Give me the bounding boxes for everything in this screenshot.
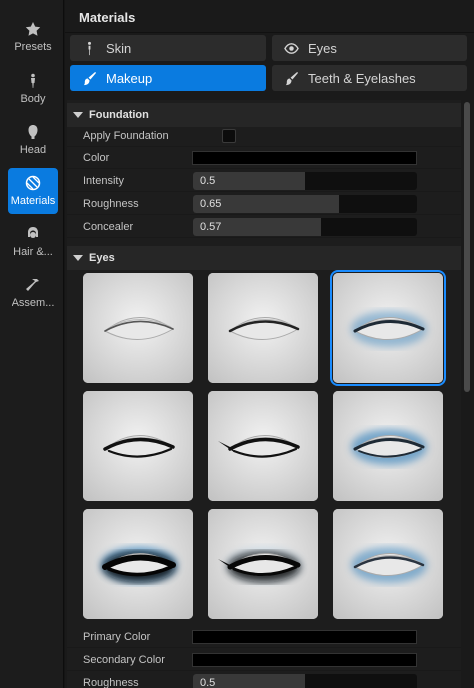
slider-value: 0.57: [200, 220, 222, 233]
sidebar-item-label: Hair &...: [13, 246, 53, 258]
tab-label: Makeup: [106, 70, 153, 86]
eye-illustration: [333, 391, 443, 501]
tab-teeth-eyelashes[interactable]: Teeth & Eyelashes: [272, 65, 467, 91]
materials-icon: [25, 175, 41, 191]
eye-preset-thumbnail[interactable]: [208, 509, 318, 619]
eye-preset-thumbnail[interactable]: [333, 391, 443, 501]
person-icon: [31, 73, 35, 88]
slider-value: 0.5: [200, 676, 216, 688]
color-label: Color: [83, 151, 110, 164]
intensity-slider[interactable]: 0.5: [193, 171, 417, 190]
eye-illustration: [83, 273, 193, 383]
apply-foundation-checkbox[interactable]: [222, 128, 236, 143]
page-title: Materials: [79, 10, 136, 25]
eye-illustration: [208, 391, 318, 501]
roughness-label: Roughness: [83, 197, 139, 210]
scrollbar[interactable]: [463, 100, 471, 688]
roughness-slider[interactable]: 0.65: [193, 194, 417, 213]
eye-preset-thumbnail[interactable]: [83, 391, 193, 501]
eye-illustration: [208, 273, 318, 383]
eye-preset-thumbnail[interactable]: [330, 270, 446, 386]
sidebar-item-materials[interactable]: Materials: [8, 168, 58, 214]
apply-foundation-label: Apply Foundation: [83, 129, 169, 142]
intensity-row: Intensity 0.5: [67, 170, 461, 192]
eye-preset-thumbnail[interactable]: [83, 273, 193, 383]
primary-color-row: Primary Color: [67, 626, 461, 648]
divider: [65, 32, 474, 33]
apply-foundation-row: Apply Foundation: [67, 125, 461, 147]
section-title: Eyes: [89, 252, 115, 264]
sidebar-item-head[interactable]: Head: [8, 117, 58, 163]
sidebar-item-presets[interactable]: Presets: [8, 14, 58, 60]
sidebar-item-body[interactable]: Body: [8, 66, 58, 112]
eye-illustration: [208, 509, 318, 619]
sidebar: Presets Body Head Materials Hair &... As…: [0, 0, 64, 688]
brush-icon: [83, 71, 97, 85]
concealer-label: Concealer: [83, 220, 134, 233]
details-panel: Foundation Apply Foundation Color Intens…: [67, 100, 461, 688]
sidebar-item-label: Presets: [14, 41, 52, 53]
sidebar-item-assembly[interactable]: Assem...: [8, 270, 58, 316]
sidebar-item-label: Materials: [10, 195, 56, 207]
section-header-foundation[interactable]: Foundation: [67, 103, 461, 127]
secondary-color-picker[interactable]: [192, 652, 417, 667]
tab-makeup[interactable]: Makeup: [70, 65, 266, 91]
eye-illustration: [83, 391, 193, 501]
figure-icon: [88, 41, 91, 55]
scrollbar-thumb[interactable]: [464, 102, 470, 392]
slider-value: 0.65: [200, 197, 222, 210]
sidebar-item-label: Body: [20, 93, 46, 105]
eye-icon: [284, 42, 299, 54]
tab-eyes[interactable]: Eyes: [272, 35, 467, 61]
section-title: Foundation: [89, 109, 149, 121]
hammer-icon: [26, 279, 39, 291]
section-header-eyes[interactable]: Eyes: [67, 246, 461, 270]
brush-icon: [285, 71, 299, 85]
collapse-arrow-icon[interactable]: [73, 112, 83, 118]
eye-preset-thumbnail[interactable]: [208, 391, 318, 501]
slider-value: 0.5: [200, 174, 216, 187]
concealer-slider[interactable]: 0.57: [193, 217, 417, 236]
tab-label: Skin: [106, 40, 132, 56]
roughness-row: Roughness 0.65: [67, 193, 461, 215]
eye-roughness-label: Roughness: [83, 676, 139, 688]
collapse-arrow-icon[interactable]: [73, 255, 83, 261]
tab-label: Teeth & Eyelashes: [308, 70, 416, 86]
head-icon: [28, 125, 38, 139]
eye-illustration: [333, 509, 443, 619]
color-picker[interactable]: [192, 150, 417, 165]
eye-preset-thumbnail[interactable]: [208, 273, 318, 383]
secondary-color-label: Secondary Color: [83, 653, 165, 666]
tab-skin[interactable]: Skin: [70, 35, 266, 61]
color-row: Color: [67, 147, 461, 169]
primary-color-picker[interactable]: [192, 629, 417, 644]
sidebar-item-label: Head: [19, 144, 47, 156]
secondary-color-row: Secondary Color: [67, 649, 461, 671]
sidebar-item-label: Assem...: [11, 297, 55, 309]
tab-label: Eyes: [308, 40, 337, 56]
eye-roughness-row: Roughness 0.5: [67, 672, 461, 688]
star-icon: [25, 22, 41, 36]
eye-preset-thumbnail[interactable]: [83, 509, 193, 619]
hair-icon: [28, 227, 38, 238]
eye-preset-thumbnail[interactable]: [333, 509, 443, 619]
intensity-label: Intensity: [83, 174, 124, 187]
primary-color-label: Primary Color: [83, 630, 151, 643]
materials-panel: Materials Skin Eyes Makeup Teeth & Eyela…: [65, 0, 474, 688]
eye-roughness-slider[interactable]: 0.5: [193, 673, 417, 688]
eye-illustration: [333, 273, 443, 383]
concealer-row: Concealer 0.57: [67, 216, 461, 238]
sidebar-item-hair[interactable]: Hair &...: [8, 219, 58, 265]
eye-illustration: [83, 509, 193, 619]
